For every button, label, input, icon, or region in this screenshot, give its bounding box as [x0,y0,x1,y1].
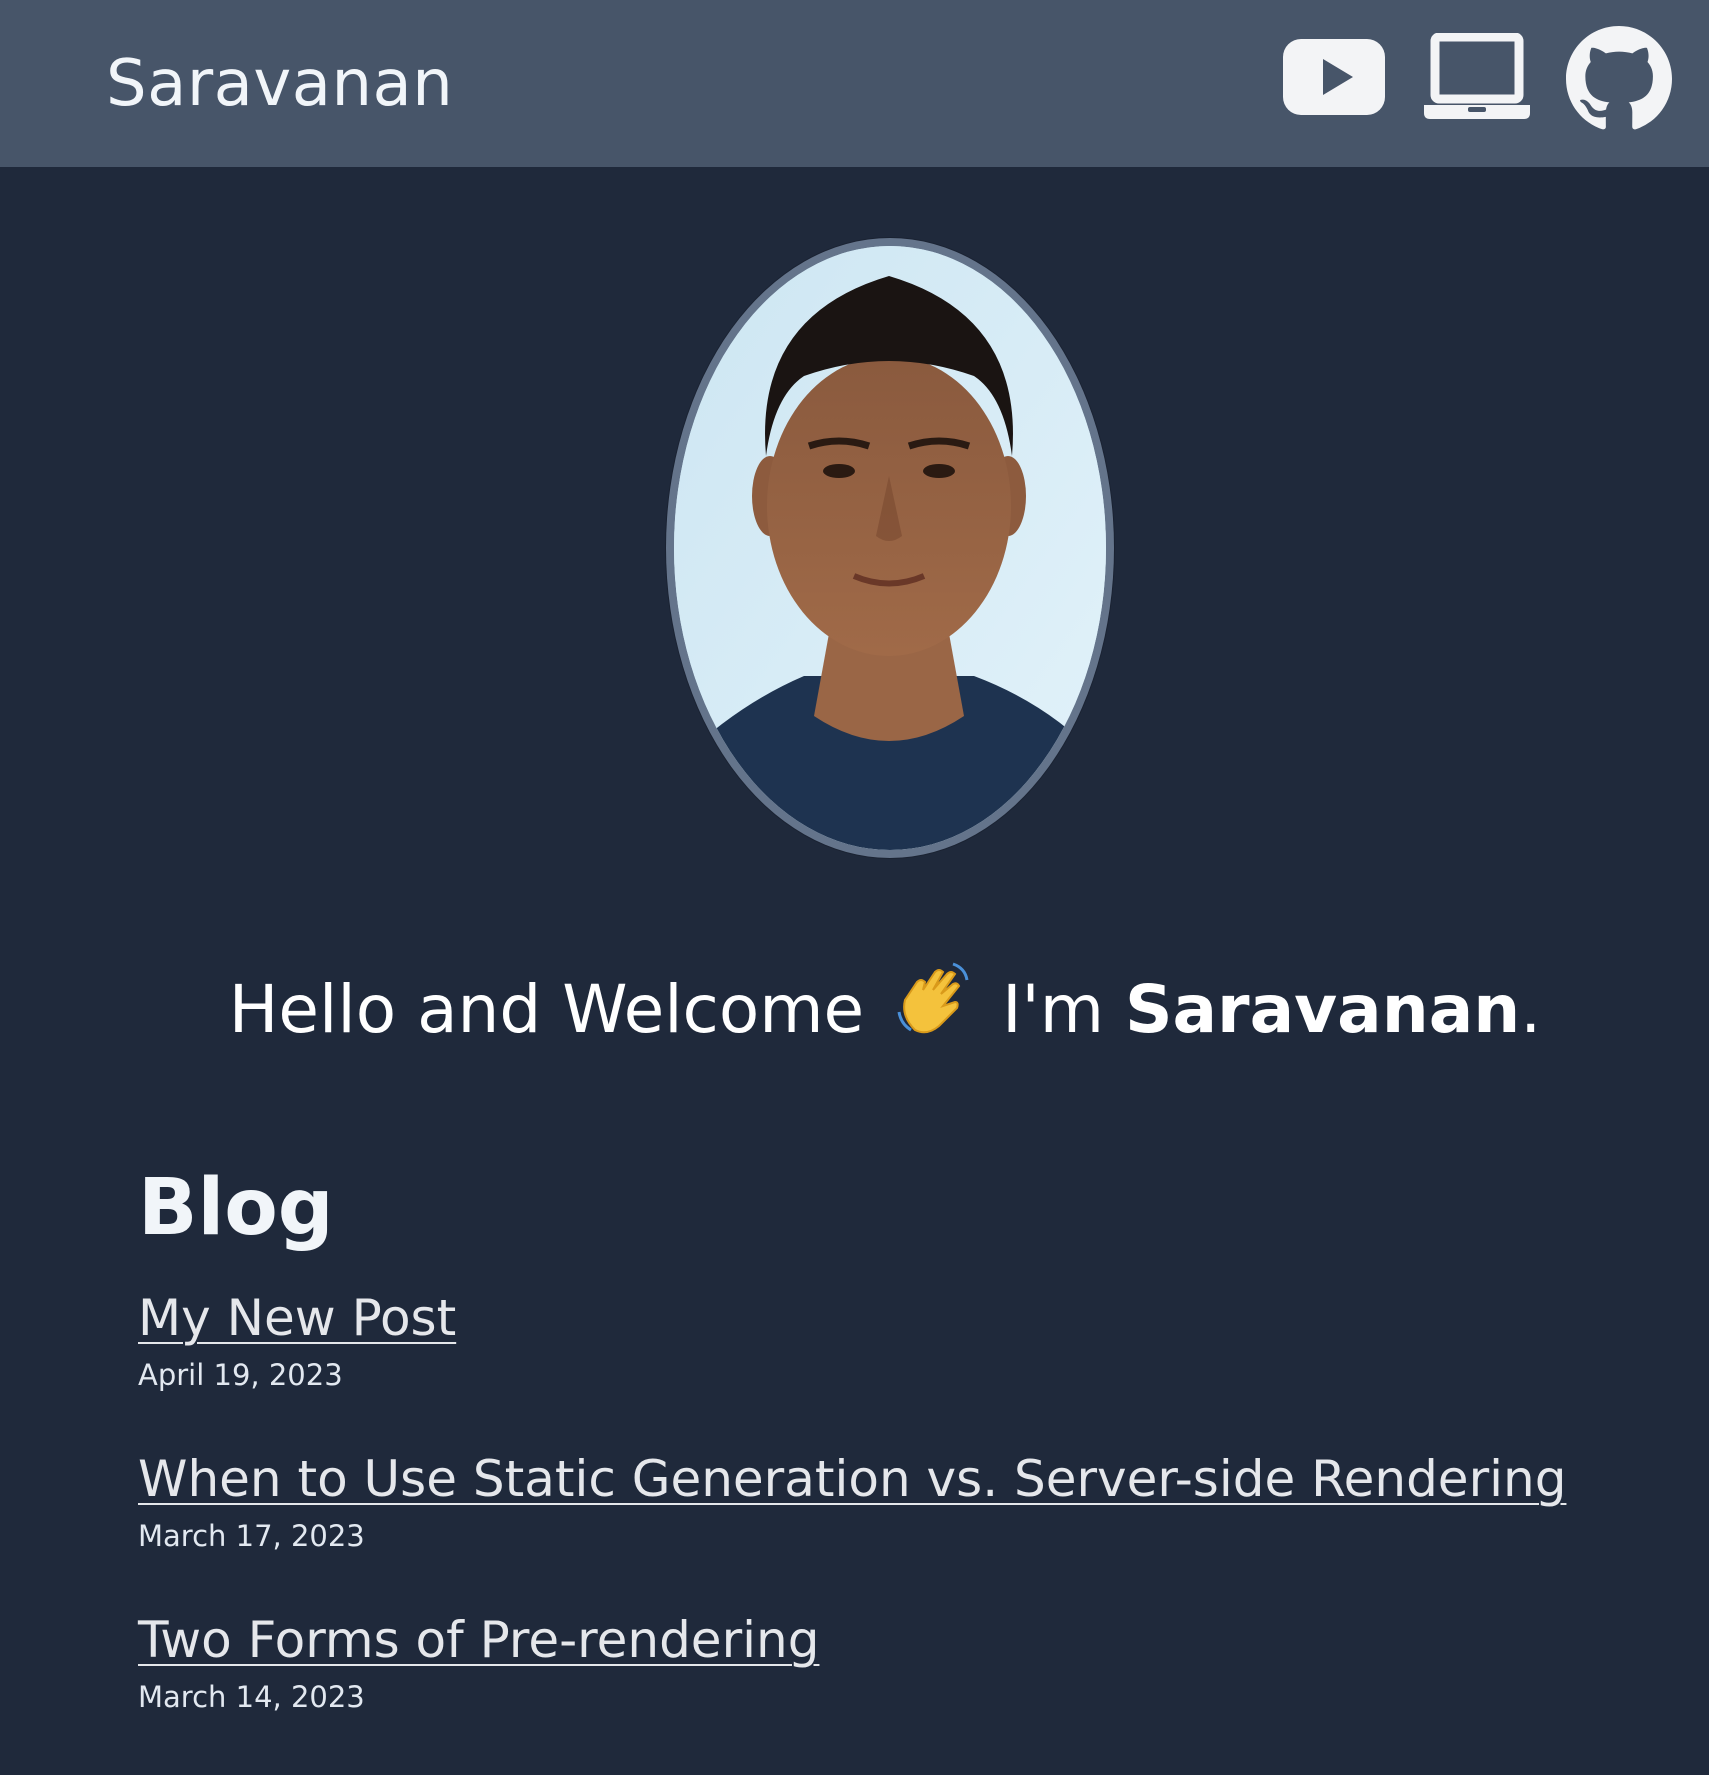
post-date: March 17, 2023 [138,1519,365,1553]
blog-post-list: My New Post April 19, 2023 When to Use S… [138,1283,1638,1766]
post-title-link[interactable]: Two Forms of Pre-rendering [138,1605,819,1675]
wave-emoji-icon [895,960,971,1064]
greeting-period: . [1520,971,1542,1048]
site-title-link[interactable]: Saravanan [106,44,453,124]
post-date: March 14, 2023 [138,1680,365,1714]
post-title-link[interactable]: My New Post [138,1283,456,1353]
post-title-link[interactable]: When to Use Static Generation vs. Server… [138,1444,1566,1514]
intro-text: I'm [1002,971,1104,1048]
profile-photo-frame [666,238,1114,858]
profile-photo [674,246,1106,850]
site-header: Saravanan [0,0,1709,167]
list-item: My New Post April 19, 2023 [138,1283,1638,1444]
blog-heading: Blog [138,1163,334,1253]
post-date: April 19, 2023 [138,1358,343,1392]
list-item: When to Use Static Generation vs. Server… [138,1444,1638,1605]
youtube-icon[interactable] [1283,39,1385,115]
hero-greeting: Hello and Welcome I'm Saravanan. [0,960,1709,1064]
hero-name: Saravanan [1124,971,1521,1048]
laptop-icon[interactable] [1422,33,1532,123]
greeting-text: Hello and Welcome [228,971,865,1048]
github-icon[interactable] [1566,26,1672,132]
list-item: Two Forms of Pre-rendering March 14, 202… [138,1605,1638,1766]
